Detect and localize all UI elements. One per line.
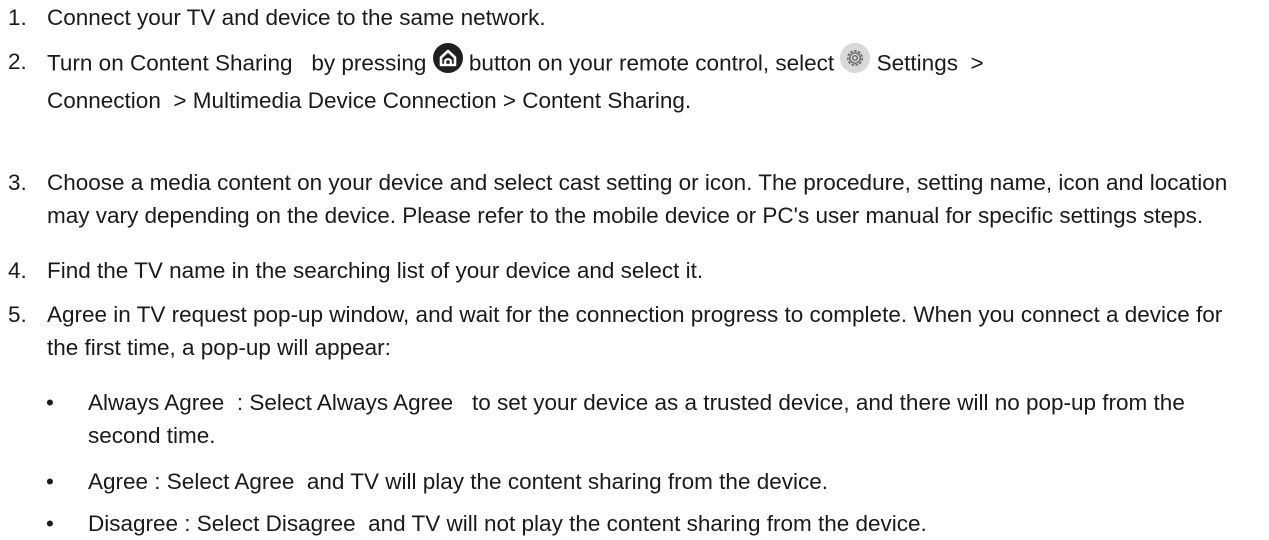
step-number: 3.: [8, 170, 27, 195]
bullet-text: Agree : Select Agree and TV will play th…: [88, 469, 828, 494]
bullet-text: Always Agree : Select Always Agree to se…: [88, 390, 1192, 448]
step-4: 4. Find the TV name in the searching lis…: [8, 254, 1259, 287]
home-icon: [432, 43, 463, 82]
step-text: Choose a media content on your device an…: [47, 170, 1228, 228]
step-text-part: Connection > Multimedia Device Connectio…: [47, 88, 692, 113]
step-1: 1. Connect your TV and device to the sam…: [8, 1, 1259, 34]
step-5: 5. Agree in TV request pop-up window, an…: [8, 298, 1259, 364]
step-number: 4.: [8, 258, 27, 283]
step-text: Turn on Content Sharing by pressing butt…: [47, 43, 1259, 117]
bullet-marker: •: [46, 390, 54, 415]
step-number: 1.: [8, 5, 27, 30]
step-text: Connect your TV and device to the same n…: [47, 5, 546, 30]
bullet-marker: •: [46, 511, 54, 536]
instructions-page: 1. Connect your TV and device to the sam…: [0, 0, 1269, 537]
step-text: Find the TV name in the searching list o…: [47, 258, 704, 283]
bullet-item-agree: • Agree : Select Agree and TV will play …: [46, 465, 1259, 498]
step-text-part: button on your remote control, select: [468, 50, 835, 76]
bullet-item-always-agree: • Always Agree : Select Always Agree to …: [46, 386, 1259, 452]
step-number: 5.: [8, 302, 27, 327]
step-text-part: Turn on Content Sharing by pressing: [47, 50, 427, 76]
bullet-marker: •: [46, 469, 54, 494]
step-2: 2. Turn on Content Sharing by pressing b…: [8, 43, 1259, 117]
step-3: 3. Choose a media content on your device…: [8, 166, 1259, 232]
step-text: Agree in TV request pop-up window, and w…: [47, 302, 1223, 360]
bullet-item-disagree: • Disagree : Select Disagree and TV will…: [46, 507, 1259, 540]
bullet-text: Disagree : Select Disagree and TV will n…: [88, 511, 927, 536]
step-number: 2.: [8, 49, 27, 74]
gear-icon: [840, 43, 871, 82]
step-text-part: Settings >: [876, 50, 984, 76]
